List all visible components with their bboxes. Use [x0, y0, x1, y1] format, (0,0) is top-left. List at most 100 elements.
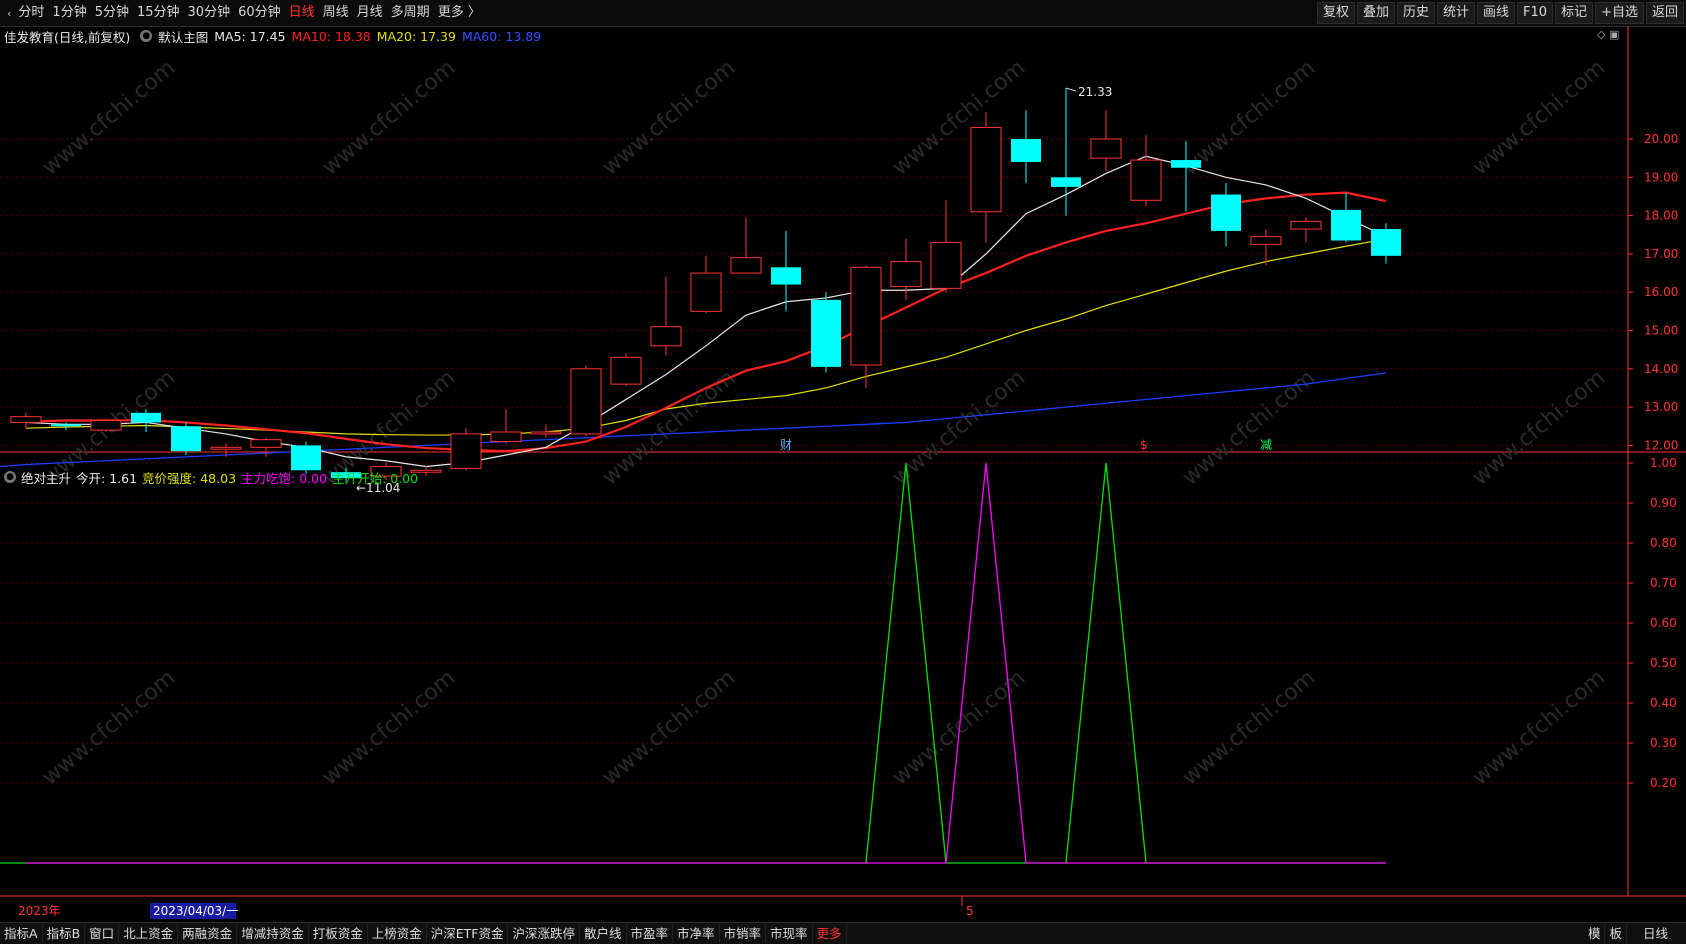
candle-body-up	[450, 433, 482, 469]
indicator-settings-dot-icon[interactable]: ●	[4, 471, 16, 483]
candle-body-up	[530, 431, 562, 435]
watermark-text: www.cfchi.com	[1468, 55, 1610, 180]
indicator-tick-label: 0.60	[1650, 616, 1677, 630]
bottom-tabs-bar: 指标A 指标B 窗口 北上资金 两融资金 增减持资金 打板资金 上榜资金 沪深E…	[0, 922, 1686, 944]
tab-more[interactable]: 更多 〉	[434, 2, 485, 24]
indicator-tick-label: 0.20	[1650, 776, 1677, 790]
tab-pe[interactable]: 市盈率	[627, 924, 674, 943]
price-tick-label: 13.00	[1644, 400, 1678, 414]
main-info-bar: 佳发教育 (日线,前复权) ● 默认主图 MA5: 17.45 MA10: 18…	[0, 27, 547, 45]
watermark-text: www.cfchi.com	[38, 55, 180, 180]
candle-body-down	[1371, 229, 1401, 256]
candle-body-up	[570, 368, 602, 435]
candle-body-down	[771, 267, 801, 285]
tab-1min[interactable]: 1分钟	[48, 2, 90, 24]
watermark-text: www.cfchi.com	[1468, 665, 1610, 790]
high-price-pointer	[1065, 87, 1077, 92]
tab-60min[interactable]: 60分钟	[234, 2, 285, 24]
indicator-tick-label: 0.90	[1650, 496, 1677, 510]
candle-body-down	[1331, 209, 1361, 241]
tab-northbound-funds[interactable]: 北上资金	[119, 924, 179, 943]
tab-multi-period[interactable]: 多周期	[387, 2, 434, 24]
tab-pb[interactable]: 市净率	[673, 924, 720, 943]
price-tick-label: 12.00	[1644, 438, 1678, 452]
watermark-text: www.cfchi.com	[888, 365, 1030, 490]
draw-line-button[interactable]: 画线	[1477, 2, 1516, 24]
tab-30min[interactable]: 30分钟	[184, 2, 235, 24]
stock-name: 佳发教育	[4, 29, 55, 45]
tab-retail-line[interactable]: 散户线	[580, 924, 627, 943]
settings-dot-icon[interactable]: ●	[140, 30, 153, 42]
cursor-date-label: 2023/04/03/一	[153, 904, 238, 918]
indicator-tick-label: 0.50	[1650, 656, 1677, 670]
fuquan-button[interactable]: 复权	[1316, 2, 1355, 24]
tab-window[interactable]: 窗口	[85, 924, 120, 943]
candle-body-up	[1090, 138, 1122, 159]
event-marker: $	[1140, 438, 1148, 452]
overlay-button[interactable]: 叠加	[1356, 2, 1395, 24]
bid-strength: 竞价强度: 48.03	[142, 470, 237, 486]
price-tick-label: 20.00	[1644, 132, 1678, 146]
history-button[interactable]: 历史	[1396, 2, 1435, 24]
ma10-value: MA10: 18.38	[291, 28, 371, 44]
price-axis: 20.00 19.00 18.00 17.00 16.00 15.00 14.00 13.00…	[18, 132, 1678, 919]
price-tick-label: 14.00	[1644, 362, 1678, 376]
candle-body-down	[131, 412, 161, 423]
watermark-text: www.cfchi.com	[318, 665, 460, 790]
price-tick-label: 15.00	[1644, 324, 1678, 338]
watermark-text: www.cfchi.com	[38, 665, 180, 790]
event-marker: 减	[1260, 438, 1272, 452]
tab-monthly[interactable]: 月线	[353, 2, 387, 24]
main-rise-start: 主升开始: 0.00	[332, 470, 419, 486]
tab-margin-funds[interactable]: 两融资金	[178, 924, 238, 943]
main-force-full: 主力吃饱: 0.00	[241, 470, 328, 486]
back-button[interactable]: 返回	[1645, 2, 1684, 24]
tab-limit-up-funds[interactable]: 打板资金	[309, 924, 368, 943]
today-open: 今开: 1.61	[76, 470, 138, 486]
price-tick-label: 16.00	[1644, 285, 1678, 299]
candle-body-up	[610, 356, 642, 385]
main-chart-label[interactable]: 默认主图	[158, 27, 208, 46]
candle-body-up	[10, 416, 42, 423]
candle-body-up	[1130, 159, 1162, 201]
tab-indicator-a[interactable]: 指标A	[0, 924, 43, 943]
template-button[interactable]: 模	[1584, 924, 1606, 943]
indicator-name[interactable]: 绝对主升	[21, 468, 71, 487]
add-watchlist-button[interactable]: +自选	[1595, 2, 1644, 24]
indicator-tick-label: 1.00	[1650, 456, 1677, 470]
f10-button[interactable]: F10	[1517, 2, 1554, 24]
ma60-value: MA60: 13.89	[461, 28, 542, 44]
tab-fenshi[interactable]: 分时	[14, 2, 48, 24]
indicator-tick-label: 0.40	[1650, 696, 1677, 710]
tab-pcf[interactable]: 市现率	[766, 924, 813, 943]
candle-body-up	[890, 261, 922, 287]
tab-top-list-funds[interactable]: 上榜资金	[368, 924, 427, 943]
watermark-text: www.cfchi.com	[598, 665, 740, 790]
candle-body-up	[490, 431, 522, 443]
tab-weekly[interactable]: 周线	[319, 2, 353, 24]
tab-ps[interactable]: 市销率	[720, 924, 767, 943]
watermark-layer: www.cfchi.com www.cfchi.com www.cfchi.com w…	[38, 55, 1610, 790]
indicator-info-bar: ● 绝对主升 今开: 1.61 竞价强度: 48.03 主力吃饱: 0.00 主…	[0, 468, 423, 486]
candle-body-down	[1211, 194, 1241, 231]
candle-body-up	[1290, 220, 1322, 230]
candles: 21.33←11.04财 $ 减	[10, 85, 1401, 495]
tab-etf-funds[interactable]: 沪深ETF资金	[427, 924, 509, 943]
tab-limit-stats[interactable]: 沪深涨跌停	[508, 924, 580, 943]
candle-body-up	[930, 241, 962, 289]
tab-holding-change-funds[interactable]: 增减持资金	[237, 924, 309, 943]
stats-button[interactable]: 统计	[1437, 2, 1476, 24]
tab-15min[interactable]: 15分钟	[133, 2, 184, 24]
collapse-arrow-icon[interactable]: ‹	[4, 7, 14, 20]
candle-body-up	[250, 439, 282, 448]
mark-button[interactable]: 标记	[1555, 2, 1594, 24]
tab-indicator-b[interactable]: 指标B	[43, 924, 86, 943]
board-button[interactable]: 板	[1605, 924, 1627, 943]
candle-body-down	[51, 424, 81, 427]
tab-5min[interactable]: 5分钟	[91, 2, 133, 24]
pane-corner-icons[interactable]: ◇ ▣	[1597, 28, 1619, 41]
tab-daily[interactable]: 日线	[285, 2, 319, 24]
candle-body-up	[970, 127, 1002, 213]
price-tick-label: 19.00	[1644, 170, 1678, 184]
tab-more-bottom[interactable]: 更多	[813, 924, 847, 943]
